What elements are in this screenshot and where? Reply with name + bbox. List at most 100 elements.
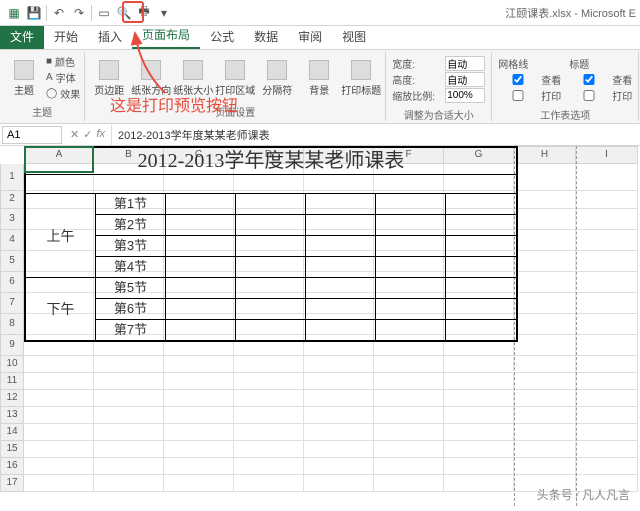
cell[interactable] (164, 390, 234, 407)
data-cell[interactable] (166, 236, 236, 257)
height-input[interactable] (445, 72, 485, 87)
cell[interactable] (444, 475, 514, 492)
tab-home[interactable]: 开始 (44, 24, 88, 49)
cell[interactable] (234, 407, 304, 424)
cell[interactable] (576, 441, 638, 458)
row-header[interactable]: 1 (0, 164, 24, 191)
cell[interactable] (514, 230, 576, 251)
cell[interactable] (514, 356, 576, 373)
cell[interactable] (164, 373, 234, 390)
cell[interactable] (514, 191, 576, 209)
orientation-button[interactable]: 纸张方向 (131, 54, 171, 102)
cell[interactable] (24, 441, 94, 458)
row-header[interactable]: 11 (0, 373, 24, 390)
cell[interactable] (304, 356, 374, 373)
cell[interactable] (234, 390, 304, 407)
cell[interactable] (304, 390, 374, 407)
data-cell[interactable] (236, 257, 306, 278)
cell[interactable] (164, 356, 234, 373)
cell[interactable] (374, 407, 444, 424)
cell[interactable] (164, 424, 234, 441)
data-cell[interactable] (236, 320, 306, 341)
width-input[interactable] (445, 56, 485, 71)
cell[interactable] (374, 373, 444, 390)
headings-print-check[interactable] (569, 90, 609, 101)
tab-file[interactable]: 文件 (0, 24, 44, 49)
cell[interactable] (444, 441, 514, 458)
cell[interactable] (576, 191, 638, 209)
cell[interactable] (576, 230, 638, 251)
quick-print-icon[interactable]: 🖶 (134, 3, 154, 23)
data-cell[interactable] (376, 278, 446, 299)
size-button[interactable]: 纸张大小 (173, 54, 213, 102)
cell[interactable] (374, 441, 444, 458)
cell[interactable] (514, 424, 576, 441)
cell[interactable] (576, 314, 638, 335)
cell[interactable] (514, 458, 576, 475)
tab-page-layout[interactable]: 页面布局 (132, 22, 200, 49)
data-cell[interactable] (446, 278, 516, 299)
fx-icon[interactable]: fx (96, 128, 105, 141)
formula-value[interactable]: 2012-2013学年度某某老师课表 (111, 125, 640, 145)
cell[interactable] (24, 390, 94, 407)
row-header[interactable]: 9 (0, 335, 24, 356)
row-header[interactable]: 7 (0, 293, 24, 314)
cell[interactable] (304, 424, 374, 441)
tab-insert[interactable]: 插入 (88, 24, 132, 49)
cell[interactable] (164, 458, 234, 475)
enter-icon[interactable]: ✓ (83, 128, 92, 141)
cell[interactable] (24, 424, 94, 441)
row-header[interactable]: 17 (0, 475, 24, 492)
cell[interactable] (94, 458, 164, 475)
data-cell[interactable] (376, 236, 446, 257)
fonts-button[interactable]: A 字体 (46, 70, 80, 85)
cell[interactable] (304, 373, 374, 390)
cell[interactable] (164, 475, 234, 492)
data-cell[interactable] (376, 299, 446, 320)
row-header[interactable]: 15 (0, 441, 24, 458)
cell[interactable] (576, 251, 638, 272)
cell[interactable] (444, 407, 514, 424)
data-cell[interactable] (306, 320, 376, 341)
cell[interactable] (576, 373, 638, 390)
data-cell[interactable] (446, 236, 516, 257)
cell[interactable] (514, 251, 576, 272)
scale-input[interactable] (445, 88, 485, 103)
cell[interactable] (514, 373, 576, 390)
cell[interactable] (514, 209, 576, 230)
data-cell[interactable] (306, 299, 376, 320)
print-preview-icon[interactable]: 🔍 (114, 3, 134, 23)
cell[interactable] (304, 407, 374, 424)
cell[interactable] (164, 441, 234, 458)
gridlines-view-check[interactable] (498, 74, 538, 85)
cell[interactable] (514, 390, 576, 407)
print-area-button[interactable]: 打印区域 (215, 54, 255, 102)
row-header[interactable]: 5 (0, 251, 24, 272)
cell[interactable] (234, 441, 304, 458)
cell[interactable] (94, 390, 164, 407)
gridlines-print-check[interactable] (498, 90, 538, 101)
cell[interactable] (234, 424, 304, 441)
data-cell[interactable] (376, 194, 446, 215)
data-cell[interactable] (446, 320, 516, 341)
cell[interactable] (94, 441, 164, 458)
cell[interactable] (444, 424, 514, 441)
cell[interactable] (576, 335, 638, 356)
cell[interactable] (444, 356, 514, 373)
cell[interactable] (234, 373, 304, 390)
background-button[interactable]: 背景 (299, 54, 339, 102)
cell[interactable] (576, 390, 638, 407)
cell[interactable] (444, 373, 514, 390)
cell[interactable] (514, 441, 576, 458)
name-box[interactable] (2, 126, 62, 144)
tab-review[interactable]: 审阅 (288, 24, 332, 49)
cell[interactable] (304, 458, 374, 475)
cell[interactable] (576, 164, 638, 191)
cell[interactable] (576, 272, 638, 293)
cell[interactable] (24, 373, 94, 390)
data-cell[interactable] (306, 236, 376, 257)
row-header[interactable]: 3 (0, 209, 24, 230)
row-header[interactable]: 8 (0, 314, 24, 335)
cell[interactable] (444, 458, 514, 475)
breaks-button[interactable]: 分隔符 (257, 54, 297, 102)
